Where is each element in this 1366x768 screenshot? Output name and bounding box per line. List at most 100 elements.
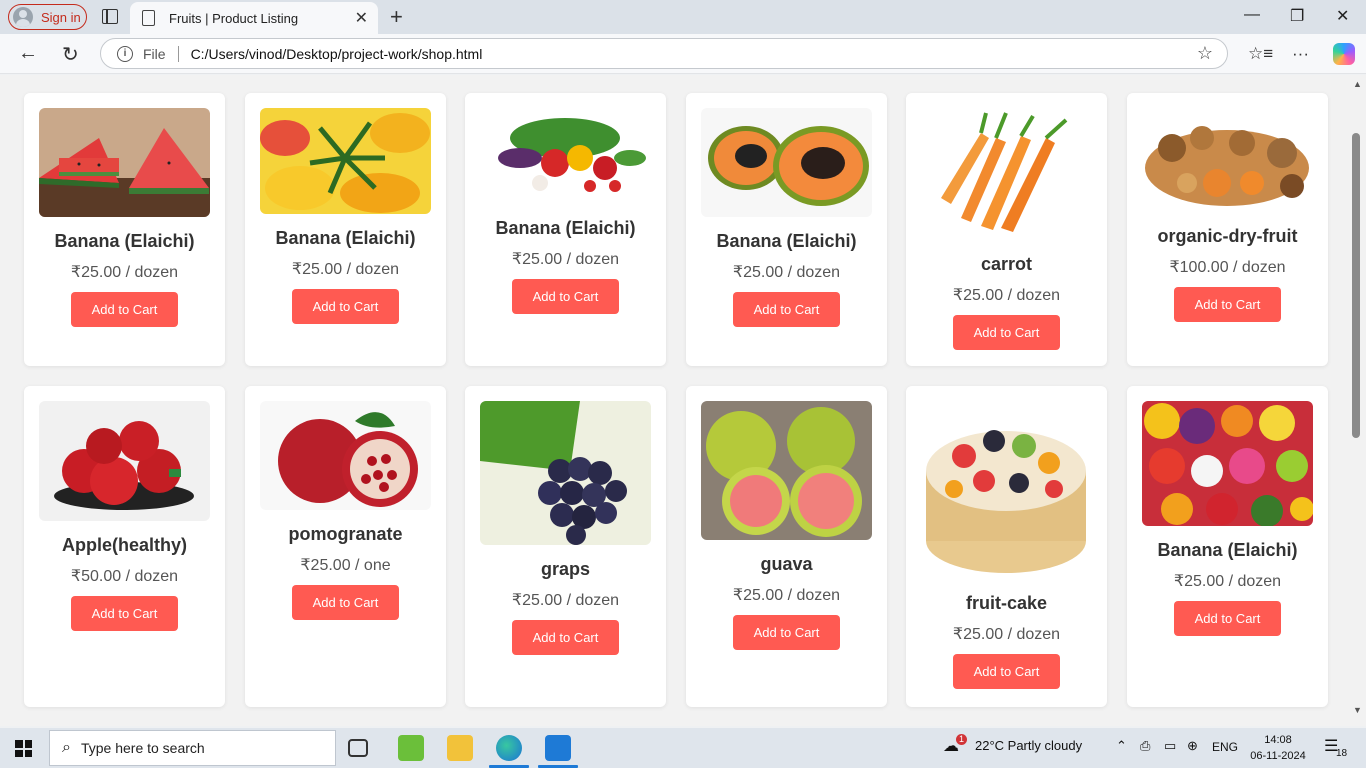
file-explorer-icon[interactable] bbox=[447, 735, 473, 761]
new-tab-icon[interactable]: + bbox=[390, 4, 403, 30]
restore-icon[interactable]: ❐ bbox=[1290, 6, 1304, 26]
product-card: pomogranate ₹25.00 / one Add to Cart bbox=[245, 386, 446, 707]
carrot-image bbox=[940, 108, 1073, 240]
product-name: Banana (Elaichi) bbox=[495, 218, 636, 238]
product-price: ₹25.00 / one bbox=[300, 557, 391, 574]
close-tab-icon[interactable]: ✕ bbox=[355, 8, 368, 28]
product-card: graps ₹25.00 / dozen Add to Cart bbox=[465, 386, 666, 707]
add-to-cart-button[interactable]: Add to Cart bbox=[733, 292, 840, 327]
refresh-icon[interactable]: ↻ bbox=[62, 42, 79, 67]
weather-text[interactable]: 22°C Partly cloudy bbox=[975, 738, 1082, 753]
product-card: carrot ₹25.00 / dozen Add to Cart bbox=[906, 93, 1107, 366]
navigation-bar: ← ↻ i File C:/Users/vinod/Desktop/projec… bbox=[0, 34, 1366, 74]
product-price: ₹25.00 / dozen bbox=[1173, 573, 1282, 590]
product-card: organic-dry-fruit ₹100.00 / dozen Add to… bbox=[1127, 93, 1328, 366]
add-to-cart-button[interactable]: Add to Cart bbox=[733, 615, 840, 650]
dry-fruits-image bbox=[1142, 108, 1313, 212]
product-name: pomogranate bbox=[288, 524, 403, 544]
mixed-fruits-image bbox=[1142, 401, 1313, 526]
product-price: ₹25.00 / dozen bbox=[511, 251, 620, 268]
url-text[interactable]: C:/Users/vinod/Desktop/project-work/shop… bbox=[191, 46, 1197, 62]
clock[interactable]: 14:08 06-11-2024 bbox=[1250, 732, 1306, 764]
page-icon bbox=[142, 10, 155, 26]
show-hidden-icons-icon[interactable]: ⌃ bbox=[1116, 738, 1127, 754]
product-name: guava bbox=[760, 554, 813, 574]
taskbar: ⌕ Type here to search ☁ 1 22°C Partly cl… bbox=[0, 728, 1366, 768]
scroll-down-icon[interactable]: ▼ bbox=[1353, 705, 1362, 715]
add-to-cart-button[interactable]: Add to Cart bbox=[71, 292, 178, 327]
product-price: ₹25.00 / dozen bbox=[70, 264, 179, 281]
product-name: Banana (Elaichi) bbox=[275, 228, 416, 248]
network-icon[interactable]: ⊕ bbox=[1187, 738, 1198, 754]
product-price: ₹50.00 / dozen bbox=[70, 568, 179, 585]
product-price: ₹25.00 / dozen bbox=[732, 264, 841, 281]
device-icon[interactable]: ⎙ bbox=[1140, 738, 1150, 754]
favorite-star-icon[interactable]: ☆ bbox=[1197, 43, 1213, 64]
language-indicator[interactable]: ENG bbox=[1212, 740, 1238, 754]
product-card: fruit-cake ₹25.00 / dozen Add to Cart bbox=[906, 386, 1107, 707]
search-icon: ⌕ bbox=[62, 739, 71, 756]
back-icon[interactable]: ← bbox=[18, 42, 38, 65]
copilot-icon[interactable] bbox=[1333, 43, 1355, 65]
taskbar-search[interactable]: ⌕ Type here to search bbox=[49, 730, 336, 766]
active-tab[interactable]: Fruits | Product Listing ✕ bbox=[130, 2, 378, 34]
info-icon[interactable]: i bbox=[117, 45, 133, 62]
add-to-cart-button[interactable]: Add to Cart bbox=[1174, 601, 1281, 636]
scrollbar-thumb[interactable] bbox=[1352, 133, 1360, 438]
product-card: Banana (Elaichi) ₹25.00 / dozen Add to C… bbox=[686, 93, 887, 366]
minimize-icon[interactable]: — bbox=[1244, 6, 1260, 24]
add-to-cart-button[interactable]: Add to Cart bbox=[953, 654, 1060, 689]
close-window-icon[interactable]: ✕ bbox=[1336, 6, 1349, 26]
pomegranate-image bbox=[260, 401, 431, 510]
weather-badge: 1 bbox=[956, 734, 967, 745]
battery-icon[interactable]: ▭ bbox=[1164, 738, 1176, 754]
product-card: guava ₹25.00 / dozen Add to Cart bbox=[686, 386, 887, 707]
product-card: Banana (Elaichi) ₹25.00 / dozen Add to C… bbox=[1127, 386, 1328, 707]
watermelon-image bbox=[39, 108, 210, 217]
edge-browser-icon[interactable] bbox=[496, 735, 522, 761]
vegetables-image bbox=[480, 108, 651, 204]
profile-icon bbox=[13, 7, 33, 27]
chart-app-icon[interactable] bbox=[398, 735, 424, 761]
product-price: ₹25.00 / dozen bbox=[291, 261, 400, 278]
product-card: Apple(healthy) ₹50.00 / dozen Add to Car… bbox=[24, 386, 225, 707]
title-bar: Sign in Fruits | Product Listing ✕ + — ❐… bbox=[0, 0, 1366, 34]
add-to-cart-button[interactable]: Add to Cart bbox=[1174, 287, 1281, 322]
protocol-label: File bbox=[143, 45, 166, 62]
scroll-up-icon[interactable]: ▲ bbox=[1353, 79, 1362, 89]
product-name: graps bbox=[540, 559, 591, 579]
windows-start-icon[interactable] bbox=[15, 740, 32, 757]
search-placeholder: Type here to search bbox=[80, 740, 205, 756]
papaya-image bbox=[701, 108, 872, 217]
product-name: Banana (Elaichi) bbox=[1157, 540, 1298, 560]
add-to-cart-button[interactable]: Add to Cart bbox=[512, 620, 619, 655]
add-to-cart-button[interactable]: Add to Cart bbox=[292, 289, 399, 324]
vertical-scrollbar[interactable]: ▲ ▼ bbox=[1348, 75, 1366, 726]
product-price: ₹25.00 / dozen bbox=[952, 626, 1061, 643]
add-to-cart-button[interactable]: Add to Cart bbox=[953, 315, 1060, 350]
more-options-icon[interactable]: ··· bbox=[1292, 44, 1309, 64]
product-name: carrot bbox=[980, 254, 1033, 274]
clock-time: 14:08 bbox=[1264, 734, 1292, 746]
add-to-cart-button[interactable]: Add to Cart bbox=[512, 279, 619, 314]
add-to-cart-button[interactable]: Add to Cart bbox=[292, 585, 399, 620]
product-card: Banana (Elaichi) ₹25.00 / dozen Add to C… bbox=[245, 93, 446, 366]
sign-in-button[interactable]: Sign in bbox=[8, 4, 87, 30]
sign-in-label: Sign in bbox=[41, 9, 81, 25]
product-card: Banana (Elaichi) ₹25.00 / dozen Add to C… bbox=[465, 93, 666, 366]
page-viewport: Banana (Elaichi) ₹25.00 / dozen Add to C… bbox=[0, 75, 1348, 726]
apples-image bbox=[39, 401, 210, 521]
tab-actions-icon[interactable] bbox=[102, 9, 118, 24]
mango-image bbox=[260, 108, 431, 214]
vscode-icon[interactable] bbox=[545, 735, 571, 761]
address-bar[interactable]: i File C:/Users/vinod/Desktop/project-wo… bbox=[100, 38, 1228, 69]
product-price: ₹25.00 / dozen bbox=[511, 592, 620, 609]
favorites-icon[interactable]: ☆≡ bbox=[1248, 44, 1273, 64]
task-view-icon[interactable] bbox=[348, 739, 368, 757]
guava-image bbox=[701, 401, 872, 540]
product-name: Banana (Elaichi) bbox=[716, 231, 857, 251]
add-to-cart-button[interactable]: Add to Cart bbox=[71, 596, 178, 631]
product-price: ₹25.00 / dozen bbox=[952, 287, 1061, 304]
address-divider bbox=[177, 45, 179, 62]
product-name: fruit-cake bbox=[965, 593, 1048, 613]
